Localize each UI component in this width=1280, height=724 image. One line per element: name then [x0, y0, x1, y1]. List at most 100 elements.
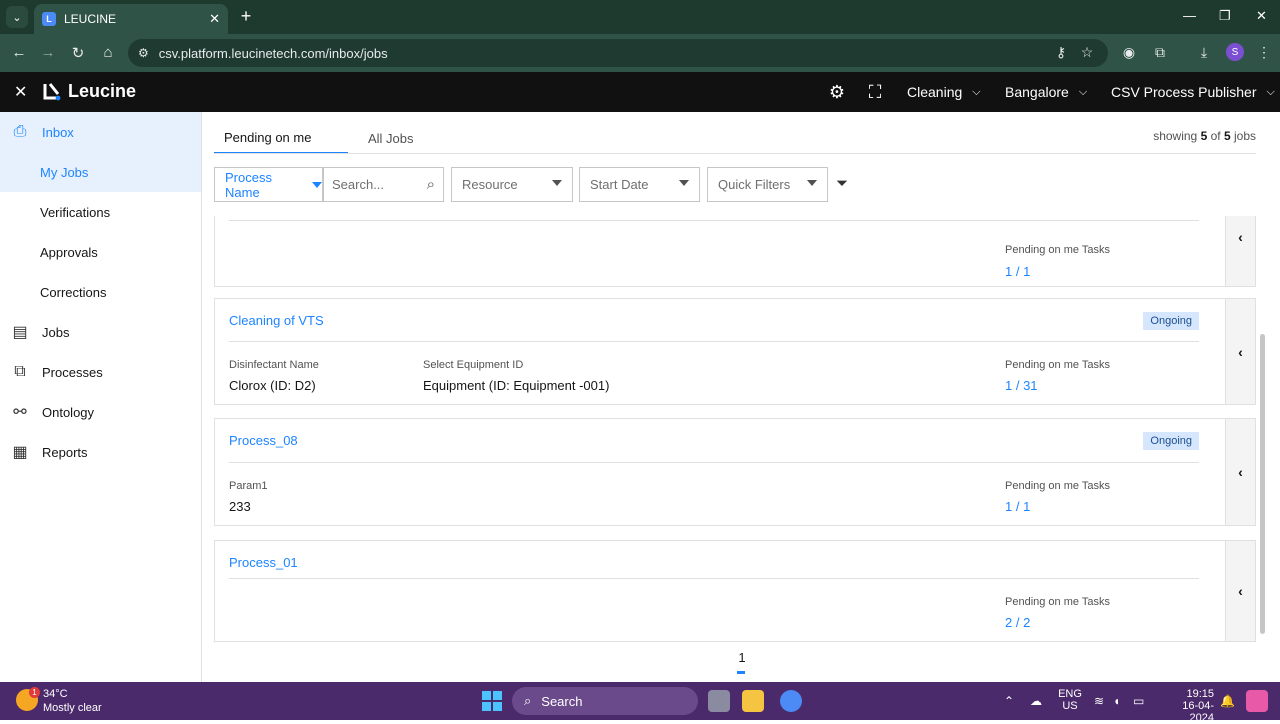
pending-tasks-count[interactable]: 1 / 1: [1005, 499, 1030, 514]
file-explorer-icon[interactable]: [742, 690, 764, 712]
settings-gear-icon[interactable]: ⚙: [827, 82, 847, 103]
search-icon[interactable]: ⌕: [427, 176, 435, 193]
pending-tasks-label: Pending on me Tasks: [1005, 244, 1110, 256]
tab-all-jobs[interactable]: All Jobs: [358, 122, 424, 154]
job-card[interactable]: Pending on me Tasks 1 / 1 ‹: [214, 216, 1256, 287]
process-name-filter[interactable]: Process Name: [214, 167, 323, 202]
back-icon[interactable]: ←: [9, 44, 29, 61]
facility-dropdown[interactable]: Bangalore ⌵: [1005, 84, 1087, 100]
onedrive-cloud-icon[interactable]: ☁: [1030, 694, 1042, 708]
extensions-icon[interactable]: ⧉: [1149, 44, 1171, 61]
caret-down-icon: [552, 180, 562, 186]
pending-tasks-count[interactable]: 1 / 1: [1005, 264, 1030, 279]
weather-temperature[interactable]: 34°C: [43, 688, 68, 700]
expand-chevron-icon[interactable]: ‹: [1225, 299, 1255, 404]
start-date-filter[interactable]: Start Date: [579, 167, 700, 202]
site-info-icon[interactable]: ⚙: [138, 46, 149, 60]
forward-icon[interactable]: →: [38, 44, 58, 61]
sidebar-item-corrections[interactable]: Corrections: [0, 272, 201, 312]
job-card[interactable]: Process_01 Pending on me Tasks 2 / 2 ‹: [214, 540, 1256, 642]
copilot-icon[interactable]: [1246, 690, 1268, 712]
search-input[interactable]: Search... ⌕: [323, 167, 444, 202]
job-name[interactable]: Cleaning of VTS: [229, 313, 324, 328]
filter-settings-icon[interactable]: ⏷: [836, 175, 848, 192]
sidebar-item-jobs[interactable]: ▤ Jobs: [0, 312, 201, 352]
new-tab-button[interactable]: +: [236, 6, 256, 27]
sidebar-item-verifications[interactable]: Verifications: [0, 192, 201, 232]
show-hidden-icons-icon[interactable]: ⌃: [1004, 694, 1014, 708]
address-bar[interactable]: ⚙ csv.platform.leucinetech.com/inbox/job…: [128, 39, 1108, 67]
weather-description[interactable]: Mostly clear: [43, 702, 102, 714]
job-name[interactable]: Process_08: [229, 433, 298, 448]
role-dropdown[interactable]: CSV Process Publisher ⌵: [1111, 84, 1275, 100]
scan-icon[interactable]: ⛶: [865, 82, 885, 103]
scroll-thumb[interactable]: [1260, 334, 1265, 634]
minimize-icon[interactable]: —: [1183, 8, 1196, 23]
report-icon: ▦: [12, 444, 28, 461]
bookmark-star-icon[interactable]: ☆: [1076, 44, 1098, 61]
restore-icon[interactable]: ❐: [1219, 8, 1231, 24]
pending-tasks-label: Pending on me Tasks: [1005, 596, 1110, 608]
task-view-icon[interactable]: [708, 690, 730, 712]
taskbar-search-label: Search: [541, 693, 583, 709]
camera-icon[interactable]: ◉: [1118, 44, 1140, 61]
sidebar-item-label: Verifications: [40, 204, 111, 220]
password-key-icon[interactable]: ⚷: [1050, 44, 1072, 61]
job-card[interactable]: Cleaning of VTS Ongoing Disinfectant Nam…: [214, 298, 1256, 405]
battery-icon[interactable]: ▭: [1133, 694, 1144, 708]
caret-down-icon: [312, 181, 322, 188]
sidebar-item-inbox[interactable]: ⎙ Inbox: [0, 112, 201, 152]
wifi-icon[interactable]: ≋: [1094, 694, 1104, 708]
pending-tasks-count[interactable]: 1 / 31: [1005, 378, 1038, 393]
windows-start-icon[interactable]: [482, 691, 502, 711]
sidebar-item-approvals[interactable]: Approvals: [0, 232, 201, 272]
job-name[interactable]: Process_01: [229, 555, 298, 570]
resource-filter[interactable]: Resource: [451, 167, 573, 202]
pending-tasks-label: Pending on me Tasks: [1005, 480, 1110, 492]
expand-chevron-icon[interactable]: ‹: [1225, 216, 1255, 286]
language-indicator[interactable]: ENG US: [1058, 688, 1082, 712]
tab-search-dropdown[interactable]: ⌄: [6, 6, 28, 28]
sidebar-item-ontology[interactable]: ⚯ Ontology: [0, 392, 201, 432]
app-header: ✕ Leucine ⚙ ⛶ Cleaning ⌵ Bangalore ⌵ CSV…: [0, 72, 1280, 112]
quick-filters-dropdown[interactable]: Quick Filters: [707, 167, 828, 202]
pending-tasks-count[interactable]: 2 / 2: [1005, 615, 1030, 630]
chrome-icon[interactable]: [780, 690, 802, 712]
system-clock[interactable]: 19:15 16-04-2024: [1162, 688, 1214, 724]
reload-icon[interactable]: ↻: [68, 44, 88, 62]
browser-tab[interactable]: L LEUCINE ✕: [34, 4, 228, 34]
weather-badge: 1: [29, 687, 40, 698]
inbox-icon: ⎙: [13, 123, 27, 140]
sidebar-item-processes[interactable]: ⧉ Processes: [0, 352, 201, 392]
notification-bell-icon[interactable]: 🔔: [1220, 694, 1235, 708]
clipboard-icon: ▤: [12, 324, 28, 341]
volume-icon[interactable]: ◖: [1113, 694, 1120, 708]
leucine-logo[interactable]: Leucine: [42, 81, 136, 102]
download-icon[interactable]: ⤓: [1193, 44, 1215, 61]
card-divider: [229, 220, 1199, 221]
showing-count: showing 5 of 5 jobs: [1153, 129, 1256, 143]
sidebar-item-my-jobs[interactable]: My Jobs: [0, 152, 201, 192]
job-list: Pending on me Tasks 1 / 1 ‹ Cleaning of …: [214, 216, 1256, 646]
use-case-dropdown[interactable]: Cleaning ⌵: [907, 84, 981, 100]
profile-avatar[interactable]: S: [1226, 43, 1244, 61]
taskbar-search[interactable]: ⌕ Search: [512, 687, 698, 715]
sidebar-item-reports[interactable]: ▦ Reports: [0, 432, 201, 472]
url-text: csv.platform.leucinetech.com/inbox/jobs: [158, 45, 388, 61]
window-close-icon[interactable]: ✕: [1256, 8, 1267, 24]
close-icon[interactable]: ✕: [14, 82, 27, 102]
param-label: Disinfectant Name: [229, 359, 319, 371]
expand-chevron-icon[interactable]: ‹: [1225, 419, 1255, 525]
expand-chevron-icon[interactable]: ‹: [1225, 541, 1255, 641]
tab-pending-on-me[interactable]: Pending on me: [214, 122, 348, 154]
browser-menu-icon[interactable]: ⋮: [1253, 44, 1275, 61]
browser-toolbar: ← → ↻ ⌂ ⚙ csv.platform.leucinetech.com/i…: [0, 34, 1280, 72]
page-indicator: [737, 671, 745, 674]
home-icon[interactable]: ⌂: [98, 44, 118, 61]
job-card[interactable]: Process_08 Ongoing Param1 233 Pending on…: [214, 418, 1256, 526]
param-value: Clorox (ID: D2): [229, 378, 316, 393]
sidebar-item-label: Jobs: [42, 324, 70, 340]
job-list-scrollbar[interactable]: [1258, 216, 1266, 646]
page-number[interactable]: 1: [736, 650, 748, 665]
tab-close-icon[interactable]: ✕: [209, 11, 220, 27]
